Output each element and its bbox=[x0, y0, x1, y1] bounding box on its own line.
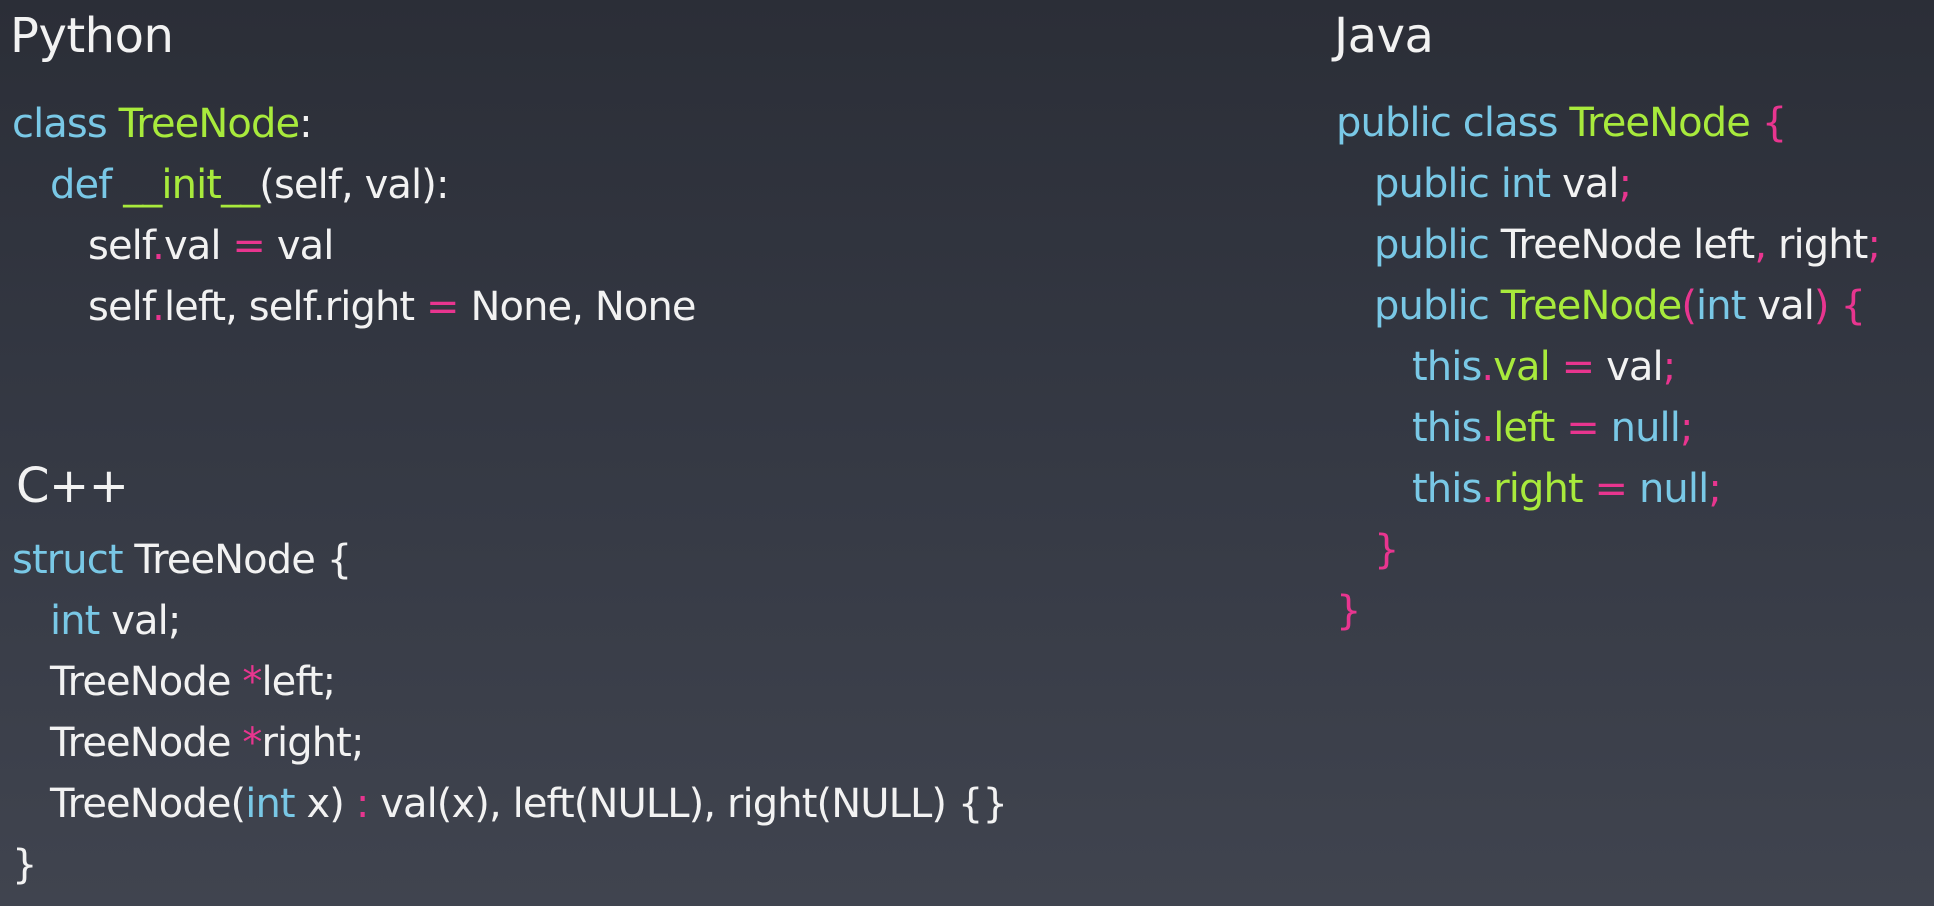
python-code-line: def __init__(self, val): bbox=[12, 155, 696, 216]
code-token-punctuation: ; bbox=[1662, 344, 1676, 390]
python-code-line: self.val = val bbox=[12, 216, 696, 277]
code-token-punctuation: = bbox=[232, 223, 266, 269]
code-token-keyword: null bbox=[1638, 466, 1709, 512]
code-token-punctuation: . bbox=[152, 284, 165, 330]
code-token-keyword: public bbox=[1374, 283, 1501, 329]
code-token-keyword: class bbox=[12, 101, 119, 147]
cpp-code-block: struct TreeNode {int val; TreeNode *left;… bbox=[12, 530, 1008, 896]
java-section-title: Java bbox=[1334, 8, 1434, 64]
cpp-code-line: TreeNode(int x) : val(x), left(NULL), ri… bbox=[12, 774, 1008, 835]
code-token-plain: TreeNode bbox=[50, 659, 243, 705]
code-token-punctuation: ; bbox=[1680, 405, 1693, 451]
code-token-plain: TreeNode bbox=[50, 720, 243, 766]
code-token-punctuation: ; bbox=[1867, 222, 1881, 268]
code-token-keyword: null bbox=[1610, 405, 1681, 451]
code-token-punctuation: , bbox=[1754, 222, 1767, 268]
code-token-plain: val bbox=[1745, 283, 1815, 329]
cpp-code-line: } bbox=[12, 835, 1007, 896]
code-token-punctuation: } bbox=[1336, 588, 1361, 634]
code-token-plain: val; bbox=[99, 598, 181, 644]
code-token-plain: } bbox=[12, 842, 37, 888]
java-code-line: public TreeNode left, right; bbox=[1336, 215, 1881, 276]
java-code-line: this.right = null; bbox=[1336, 459, 1880, 520]
code-token-keyword: public bbox=[1374, 222, 1490, 268]
code-token-punctuation: . bbox=[152, 223, 165, 269]
code-token-punctuation: = bbox=[1554, 405, 1611, 451]
code-token-punctuation: * bbox=[242, 720, 262, 766]
cpp-code-line: int val; bbox=[12, 591, 1007, 652]
java-code-line: } bbox=[1336, 581, 1880, 642]
code-token-type-name: left bbox=[1493, 405, 1555, 451]
code-token-keyword: int bbox=[50, 598, 100, 644]
code-token-plain: left, self.right bbox=[163, 284, 427, 330]
code-token-punctuation: = bbox=[1549, 344, 1607, 390]
code-token-keyword: public int bbox=[1374, 161, 1551, 207]
java-code-line: this.left = null; bbox=[1336, 398, 1880, 459]
code-token-keyword: this bbox=[1412, 466, 1482, 512]
code-token-punctuation: . bbox=[1481, 405, 1494, 451]
code-token-punctuation: ; bbox=[1618, 161, 1632, 207]
code-token-plain: val(x), left(NULL), right(NULL) {} bbox=[368, 781, 1008, 827]
java-code-line: public TreeNode(int val) { bbox=[1336, 276, 1880, 337]
code-token-type-name: TreeNode bbox=[1500, 283, 1682, 329]
code-token-plain: left; bbox=[261, 659, 336, 705]
code-token-punctuation: ) { bbox=[1813, 283, 1866, 329]
code-token-plain: self bbox=[88, 284, 153, 330]
code-token-keyword: this bbox=[1412, 405, 1482, 451]
code-token-plain: None, None bbox=[458, 284, 696, 330]
code-token-plain: self bbox=[88, 223, 153, 269]
code-token-type-name: TreeNode bbox=[118, 101, 300, 147]
code-token-plain: (self, val): bbox=[259, 162, 449, 208]
code-token-keyword: struct bbox=[12, 537, 135, 583]
code-token-keyword: def bbox=[50, 162, 124, 208]
python-code-block: class TreeNode: def __init__(self, val): s… bbox=[12, 94, 697, 338]
java-code-line: public int val; bbox=[1336, 154, 1880, 215]
code-token-punctuation: } bbox=[1374, 527, 1399, 573]
java-code-line: public class TreeNode { bbox=[1336, 93, 1880, 154]
code-token-plain: val bbox=[1550, 161, 1620, 207]
python-code-line: class TreeNode: bbox=[12, 94, 696, 155]
code-token-type-name: right bbox=[1493, 466, 1583, 512]
code-token-plain: TreeNode left bbox=[1488, 222, 1755, 268]
code-token-punctuation: { bbox=[1749, 100, 1787, 146]
code-token-punctuation: : bbox=[355, 781, 369, 827]
code-token-plain: : bbox=[299, 101, 312, 147]
code-token-plain: TreeNode( bbox=[50, 781, 246, 827]
code-token-punctuation: = bbox=[1582, 466, 1639, 512]
code-token-punctuation: ( bbox=[1681, 283, 1697, 329]
java-code-line: this.val = val; bbox=[1336, 337, 1880, 398]
code-token-plain: val bbox=[1606, 344, 1664, 390]
code-token-punctuation: . bbox=[1481, 344, 1494, 390]
code-token-plain: x) bbox=[294, 781, 356, 827]
code-token-plain: TreeNode { bbox=[134, 537, 352, 583]
java-code-line: } bbox=[1336, 520, 1880, 581]
code-token-type-name: __init__ bbox=[123, 162, 260, 208]
code-token-keyword: this bbox=[1412, 344, 1482, 390]
code-token-punctuation: ; bbox=[1708, 466, 1721, 512]
python-code-line: self.left, self.right = None, None bbox=[12, 277, 697, 338]
code-token-plain: val bbox=[265, 223, 335, 269]
code-token-type-name: TreeNode bbox=[1569, 100, 1750, 146]
cpp-section-title: C++ bbox=[16, 458, 129, 514]
cpp-code-line: struct TreeNode { bbox=[12, 530, 1007, 591]
python-section-title: Python bbox=[10, 8, 174, 64]
code-token-plain: right bbox=[1766, 222, 1868, 268]
cpp-code-line: TreeNode *right; bbox=[12, 713, 1007, 774]
code-token-punctuation: . bbox=[1481, 466, 1494, 512]
code-token-plain: right; bbox=[261, 720, 364, 766]
cpp-code-line: TreeNode *left; bbox=[12, 652, 1007, 713]
code-token-type-name: val bbox=[1493, 344, 1551, 390]
code-token-punctuation: * bbox=[242, 659, 262, 705]
code-token-keyword: int bbox=[245, 781, 295, 827]
code-token-keyword: int bbox=[1696, 283, 1746, 329]
code-token-plain: val bbox=[163, 223, 233, 269]
code-token-punctuation: = bbox=[426, 284, 460, 330]
java-code-block: public class TreeNode {public int val; pu… bbox=[1336, 93, 1881, 642]
code-token-keyword: public class bbox=[1336, 100, 1570, 146]
